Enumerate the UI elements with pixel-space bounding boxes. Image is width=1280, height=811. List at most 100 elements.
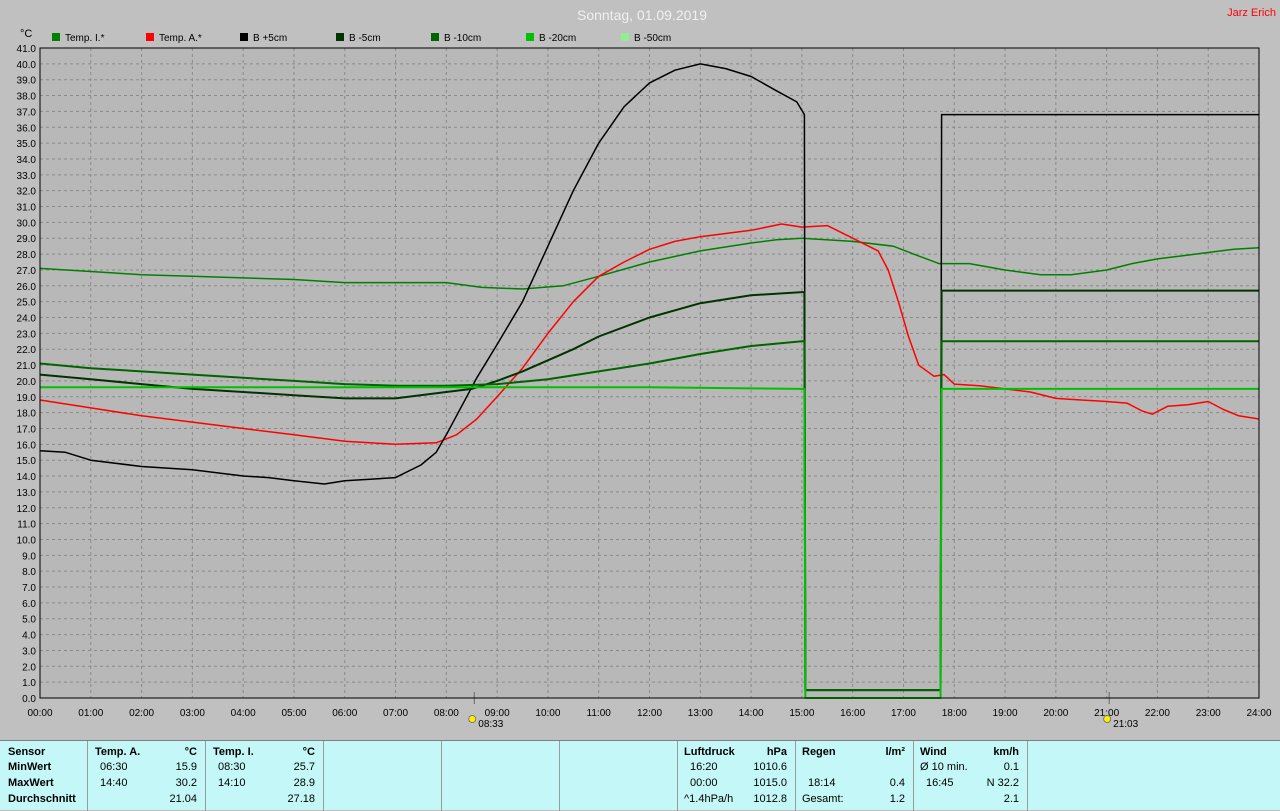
temp-a-avg: 21.04 [169, 793, 197, 805]
x-axis: 00:00 01:00 02:00 03:00 04:00 05:00 06:00 07:00… [27, 708, 1271, 719]
y-tick-label: 38.0 [17, 92, 37, 103]
legend-swatch [146, 33, 154, 41]
pressure-unit: hPa [766, 746, 787, 758]
x-tick-label: 19:00 [993, 708, 1018, 719]
temp-a-label: Temp. A. [95, 746, 141, 758]
wind-label: Wind [920, 746, 947, 758]
x-tick-label: 14:00 [739, 708, 764, 719]
y-tick-label: 10.0 [17, 535, 37, 546]
pressure-max: 1015.0 [753, 777, 787, 789]
stats-temp-i-section: Temp. I. °C 08:30 25.7 14:10 28.9 27.18 [206, 741, 324, 811]
y-axis: 0.0 1.0 2.0 3.0 4.0 5.0 6.0 7.0 8.0 9.0 10.0 11.0 12… [17, 44, 37, 705]
x-tick-label: 00:00 [27, 708, 52, 719]
legend-label: B +5cm [253, 33, 287, 44]
stats-empty-1 [324, 741, 442, 811]
y-tick-label: 18.0 [17, 409, 37, 420]
rain-time: 18:14 [808, 777, 836, 789]
stats-pressure-section: Luftdruck hPa 16:20 1010.6 00:00 1015.0 … [678, 741, 796, 811]
y-tick-label: 7.0 [22, 583, 36, 594]
x-tick-label: 06:00 [332, 708, 357, 719]
pressure-avg: 1012.8 [753, 793, 787, 805]
y-tick-label: 20.0 [17, 377, 37, 388]
y-tick-label: 0.0 [22, 694, 36, 705]
rain-value: 0.4 [889, 777, 905, 789]
y-tick-label: 13.0 [17, 488, 37, 499]
x-tick-label: 05:00 [281, 708, 306, 719]
temp-a-unit: °C [184, 746, 197, 758]
y-tick-label: 21.0 [17, 361, 37, 372]
temp-i-unit: °C [302, 746, 315, 758]
legend-swatch [526, 33, 534, 41]
x-tick-label: 01:00 [78, 708, 103, 719]
stats-max-label: MaxWert [8, 777, 54, 789]
x-tick-label: 11:00 [587, 708, 612, 719]
pressure-min: 1010.6 [753, 761, 787, 773]
legend-swatch [431, 33, 439, 41]
legend-swatch [621, 33, 629, 41]
y-tick-label: 41.0 [17, 44, 37, 55]
annotation-label: 21:03 [1113, 719, 1138, 730]
stats-rain-section: Regen l/m² 18:14 0.4 Gesamt: 1.2 [796, 741, 914, 811]
rain-total-label: Gesamt: [802, 793, 844, 805]
y-tick-label: 19.0 [17, 393, 37, 404]
x-tick-label: 15:00 [789, 708, 814, 719]
y-unit-label: °C [20, 28, 32, 40]
x-tick-label: 13:00 [688, 708, 713, 719]
stats-min-label: MinWert [8, 761, 52, 773]
x-tick-label: 07:00 [383, 708, 408, 719]
stats-sensor-section: Sensor MinWert MaxWert Durchschnitt [0, 741, 88, 811]
temp-i-label: Temp. I. [213, 746, 254, 758]
x-tick-label: 23:00 [1196, 708, 1221, 719]
y-tick-label: 34.0 [17, 155, 37, 166]
pressure-trend: ^1.4hPa/h [684, 793, 734, 805]
pressure-min-time: 16:20 [690, 761, 718, 773]
x-tick-label: 03:00 [180, 708, 205, 719]
temp-a-max: 30.2 [175, 777, 197, 789]
stats-empty-2 [442, 741, 560, 811]
y-tick-label: 33.0 [17, 171, 37, 182]
chart-grid [39, 47, 1260, 699]
y-tick-label: 14.0 [17, 472, 37, 483]
x-tick-label: 08:00 [434, 708, 459, 719]
x-tick-label: 22:00 [1145, 708, 1170, 719]
legend-swatch [336, 33, 344, 41]
y-tick-label: 24.0 [17, 314, 37, 325]
x-tick-label: 04:00 [231, 708, 256, 719]
annotation-label: 08:33 [478, 719, 503, 730]
y-tick-label: 9.0 [22, 551, 36, 562]
stats-temp-a-section: Temp. A. °C 06:30 15.9 14:40 30.2 21.04 [88, 741, 206, 811]
wind-gust-time: 16:45 [926, 777, 954, 789]
wind-gust: N 32.2 [986, 777, 1019, 789]
y-tick-label: 15.0 [17, 456, 37, 467]
stats-panel: Sensor MinWert MaxWert Durchschnitt Temp… [0, 740, 1280, 811]
y-tick-label: 37.0 [17, 107, 37, 118]
y-tick-label: 27.0 [17, 266, 37, 277]
legend-label: B -20cm [539, 33, 576, 44]
sunrise-icon [468, 715, 477, 723]
y-tick-label: 11.0 [17, 520, 36, 531]
rain-unit: l/m² [885, 746, 905, 758]
legend-label: Temp. I.* [65, 33, 105, 44]
x-tick-label: 16:00 [840, 708, 865, 719]
temp-a-max-time: 14:40 [100, 777, 128, 789]
x-tick-label: 02:00 [129, 708, 154, 719]
temp-i-min: 25.7 [293, 761, 315, 773]
wind-unit: km/h [993, 746, 1019, 758]
pressure-max-time: 00:00 [690, 777, 718, 789]
y-tick-label: 39.0 [17, 76, 37, 87]
rain-total: 1.2 [889, 793, 905, 805]
wind-avg-label: Ø 10 min. [920, 761, 968, 773]
y-tick-label: 5.0 [22, 615, 36, 626]
y-tick-label: 23.0 [17, 329, 37, 340]
y-tick-label: 6.0 [22, 599, 36, 610]
x-tick-label: 18:00 [942, 708, 967, 719]
pressure-label: Luftdruck [684, 746, 735, 758]
y-tick-label: 3.0 [22, 646, 36, 657]
x-tick-label: 17:00 [891, 708, 916, 719]
temp-a-min: 15.9 [175, 761, 197, 773]
temp-a-min-time: 06:30 [100, 761, 128, 773]
stats-sensor-label: Sensor [8, 746, 46, 758]
legend-label: B -10cm [444, 33, 481, 44]
stats-empty-3 [560, 741, 678, 811]
y-tick-label: 36.0 [17, 123, 37, 134]
